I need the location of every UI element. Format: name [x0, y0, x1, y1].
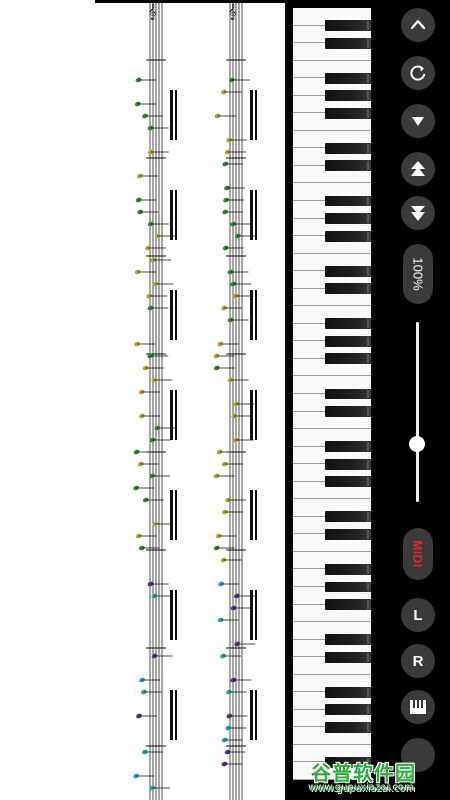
piano-keys[interactable]: [293, 8, 371, 780]
note-beam: [170, 490, 173, 540]
watermark-url: www.gupuxiazai.com: [309, 783, 415, 794]
refresh-icon: [410, 65, 426, 81]
midi-button[interactable]: MIDI: [403, 528, 433, 580]
tempo-slider-track[interactable]: [416, 322, 419, 502]
speed-down-icon: [411, 206, 425, 221]
note-beam: [255, 290, 257, 340]
triangle-down-icon: [412, 117, 424, 126]
note-beam: [170, 190, 173, 240]
black-key[interactable]: [325, 528, 371, 540]
sheet-music-view[interactable]: 𝄞 𝄞: [0, 0, 285, 800]
note-beam: [175, 490, 177, 540]
note-beam: [250, 490, 253, 540]
black-key[interactable]: [325, 20, 371, 31]
note-beam: [175, 690, 177, 740]
step-down-button[interactable]: [401, 104, 435, 138]
piano-keyboard[interactable]: [285, 0, 395, 800]
right-hand-label: R: [412, 652, 424, 670]
zoom-level-label: 100%: [410, 257, 426, 291]
clef-symbol: 𝄞: [228, 4, 236, 20]
note-beam: [250, 590, 253, 640]
black-key[interactable]: [325, 213, 371, 224]
black-key[interactable]: [325, 704, 371, 716]
left-hand-label: L: [413, 606, 423, 624]
black-key[interactable]: [325, 564, 371, 575]
black-key[interactable]: [325, 335, 371, 347]
note-beam: [255, 190, 257, 240]
left-hand-button[interactable]: L: [401, 598, 435, 632]
note-beam: [175, 190, 177, 240]
black-key[interactable]: [325, 441, 371, 453]
zoom-level-button[interactable]: 100%: [403, 244, 433, 304]
note-beam: [250, 90, 253, 140]
collapse-button[interactable]: [401, 8, 435, 42]
note-beam: [175, 90, 177, 140]
chevron-up-icon: [410, 19, 426, 30]
black-key[interactable]: [325, 142, 371, 154]
site-watermark: 谷普软件园 www.gupuxiazai.com: [305, 755, 450, 800]
black-key[interactable]: [325, 511, 371, 523]
score-notation: 𝄞 𝄞: [133, 0, 257, 800]
note-beam: [170, 690, 173, 740]
note-beam: [170, 290, 173, 340]
black-key[interactable]: [325, 634, 371, 646]
tempo-slider-thumb[interactable]: [409, 436, 425, 453]
black-key[interactable]: [325, 599, 371, 610]
note-beam: [250, 290, 253, 340]
black-key[interactable]: [325, 686, 371, 698]
note-beam: [170, 390, 173, 440]
note-beam: [255, 690, 257, 740]
black-key[interactable]: [325, 318, 371, 330]
note-beam: [175, 290, 177, 340]
clef-symbol: 𝄞: [148, 4, 156, 20]
black-key[interactable]: [325, 353, 371, 365]
replay-button[interactable]: [401, 56, 435, 90]
speed-up-button[interactable]: [401, 152, 435, 186]
keyboard-toggle-button[interactable]: [401, 690, 435, 724]
black-key[interactable]: [325, 458, 371, 470]
midi-label: MIDI: [411, 540, 425, 568]
note-beam: [250, 190, 253, 240]
black-key[interactable]: [325, 283, 371, 295]
speed-down-button[interactable]: [401, 196, 435, 230]
black-key[interactable]: [325, 230, 371, 242]
note-beam: [255, 90, 257, 140]
black-key[interactable]: [325, 107, 371, 119]
black-key[interactable]: [325, 160, 371, 172]
black-key[interactable]: [325, 72, 371, 84]
note-beam: [250, 390, 253, 440]
black-key[interactable]: [325, 265, 371, 277]
black-key[interactable]: [325, 721, 371, 733]
black-key[interactable]: [325, 406, 371, 417]
note-beam: [255, 490, 257, 540]
right-hand-button[interactable]: R: [401, 644, 435, 678]
watermark-title: 谷普软件园: [311, 761, 416, 785]
note-beam: [255, 590, 257, 640]
note-beam: [175, 390, 177, 440]
note-beam: [170, 590, 173, 640]
note-beam: [250, 690, 253, 740]
note-beam: [255, 390, 257, 440]
black-key[interactable]: [325, 195, 371, 207]
note-beam: [170, 90, 173, 140]
black-key[interactable]: [325, 388, 371, 400]
black-key[interactable]: [325, 476, 371, 488]
black-key[interactable]: [325, 90, 371, 102]
control-rail: 100% MIDI L R: [395, 0, 450, 800]
piano-keys-icon: [410, 700, 426, 714]
black-key[interactable]: [325, 37, 371, 49]
speed-up-icon: [411, 161, 425, 176]
black-key[interactable]: [325, 651, 371, 663]
note-beam: [175, 590, 177, 640]
black-key[interactable]: [325, 581, 371, 593]
